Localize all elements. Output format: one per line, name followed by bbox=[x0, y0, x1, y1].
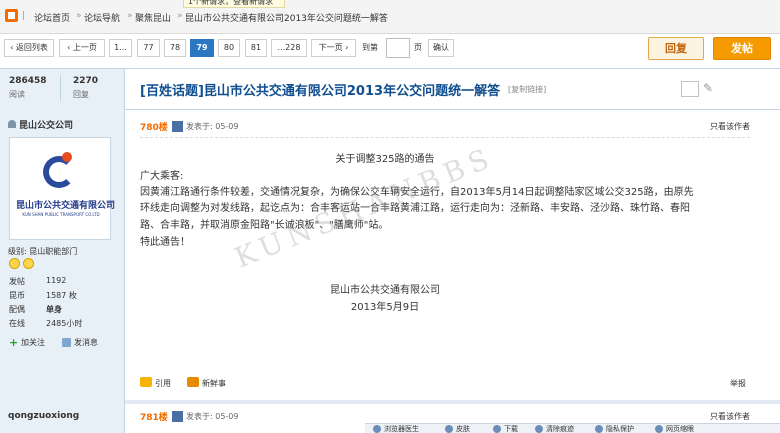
user-level: 级别: 昆山职能部门 bbox=[8, 247, 78, 256]
logo-subtext: KUN SHAN PUBLIC TRANSPORT CO.LTD bbox=[22, 212, 100, 217]
post-separator bbox=[125, 400, 780, 404]
only-author-link[interactable]: 只看该作者 bbox=[710, 411, 750, 422]
page-current: 79 bbox=[190, 39, 214, 57]
signature-date: 2013年5月9日 bbox=[350, 302, 420, 313]
message-icon[interactable] bbox=[62, 338, 71, 347]
post-line: 特此通告！ bbox=[140, 237, 190, 248]
reply-button[interactable]: 回复 bbox=[648, 37, 704, 60]
fresh-news-button[interactable]: 新鲜事 bbox=[202, 378, 226, 389]
floor-number: 780楼 bbox=[140, 123, 168, 133]
browser-status-bar: 浏览器医生 皮肤 下载 清除痕迹 隐私保护 网页缩眼 bbox=[365, 423, 780, 433]
author-badge-icon bbox=[172, 121, 183, 132]
page-link[interactable]: 77 bbox=[137, 39, 160, 57]
avatar[interactable]: 昆山市公共交通有限公司 KUN SHAN PUBLIC TRANSPORT CO… bbox=[9, 137, 116, 240]
profile-value: 1192 bbox=[46, 276, 67, 285]
smiley-icon bbox=[23, 258, 34, 269]
follow-button[interactable]: 加关注 bbox=[21, 337, 45, 348]
page-link[interactable]: 81 bbox=[245, 39, 267, 57]
profile-key: 配偶 bbox=[9, 305, 25, 314]
page-link[interactable]: 78 bbox=[164, 39, 186, 57]
status-item[interactable]: 皮肤 bbox=[456, 424, 470, 433]
goto-confirm-button[interactable]: 确认 bbox=[428, 39, 454, 57]
breadcrumb-separator: » bbox=[76, 11, 82, 21]
next-post-author[interactable]: qongzuoxiong bbox=[8, 411, 79, 421]
back-to-list-button[interactable]: ‹ 返回列表 bbox=[4, 39, 54, 57]
author-sidebar: 286458 阅读 2270 回复 昆山公交公司 昆山市公共交通有限公司 KUN… bbox=[0, 68, 125, 433]
doctor-icon[interactable] bbox=[373, 425, 381, 433]
copy-link-button[interactable]: [复制链接] bbox=[508, 84, 546, 95]
breadcrumb-section[interactable]: 聚焦昆山 bbox=[135, 11, 171, 24]
floor-number: 781楼 bbox=[140, 413, 168, 423]
profile-value: 2485小时 bbox=[46, 319, 83, 328]
title-divider bbox=[125, 109, 780, 110]
status-item[interactable]: 下载 bbox=[504, 424, 518, 433]
plus-icon[interactable]: + bbox=[9, 337, 18, 348]
skin-icon[interactable] bbox=[445, 425, 453, 433]
breadcrumb-forum-home[interactable]: 论坛首页 bbox=[34, 11, 70, 24]
replies-label: 回复 bbox=[73, 90, 89, 99]
profile-key: 发帖 bbox=[9, 277, 25, 286]
profile-key: 昆币 bbox=[9, 291, 25, 300]
eye-icon[interactable] bbox=[655, 425, 663, 433]
only-author-link[interactable]: 只看该作者 bbox=[710, 121, 750, 132]
page-link[interactable]: 80 bbox=[218, 39, 240, 57]
post-content: [百姓话题]昆山市公共交通有限公司2013年公交问题统一解答 [复制链接] ✎ … bbox=[125, 68, 780, 433]
quote-button[interactable]: 引用 bbox=[155, 378, 171, 389]
logo-dot-icon bbox=[62, 152, 72, 162]
breadcrumb-separator: | bbox=[22, 11, 26, 21]
page-first[interactable]: 1... bbox=[109, 39, 132, 57]
post-time: 发表于: 05-09 bbox=[186, 122, 239, 131]
next-page-button[interactable]: 下一页 › bbox=[311, 39, 356, 57]
author-badge-icon bbox=[172, 411, 183, 422]
status-item[interactable]: 网页缩眼 bbox=[666, 424, 694, 433]
replies-count: 2270 bbox=[73, 76, 99, 86]
status-item[interactable]: 清除痕迹 bbox=[546, 424, 574, 433]
goto-label: 到第 bbox=[362, 43, 378, 52]
privacy-icon[interactable] bbox=[595, 425, 603, 433]
report-link[interactable]: 举报 bbox=[730, 378, 746, 389]
wrench-icon[interactable]: ✎ bbox=[703, 81, 717, 95]
breadcrumb-separator: » bbox=[177, 11, 183, 21]
fresh-news-icon[interactable] bbox=[187, 377, 199, 387]
breadcrumb: | 论坛首页 » 论坛导航 » 聚焦昆山 » 昆山市公共交通有限公司2013年公… bbox=[0, 0, 780, 34]
profile-value: 单身 bbox=[46, 305, 62, 314]
prev-page-button[interactable]: ‹ 上一页 bbox=[59, 39, 105, 57]
profile-value: 1587 枚 bbox=[46, 291, 77, 300]
status-item[interactable]: 隐私保护 bbox=[606, 424, 634, 433]
page-last[interactable]: ...228 bbox=[271, 39, 307, 57]
breadcrumb-forum-nav[interactable]: 论坛导航 bbox=[84, 11, 120, 24]
select-checkbox[interactable] bbox=[681, 81, 699, 97]
send-message-button[interactable]: 发消息 bbox=[74, 337, 98, 348]
home-icon[interactable] bbox=[5, 9, 18, 22]
post-line: 广大乘客: bbox=[140, 171, 184, 182]
smiley-icon bbox=[9, 258, 20, 269]
breadcrumb-current: 昆山市公共交通有限公司2013年公交问题统一解答 bbox=[185, 14, 388, 24]
quote-icon[interactable] bbox=[140, 377, 152, 387]
stat-divider bbox=[60, 75, 61, 101]
views-count: 286458 bbox=[9, 76, 47, 86]
thread-title: [百姓话题]昆山市公共交通有限公司2013年公交问题统一解答 bbox=[140, 84, 501, 99]
views-label: 阅读 bbox=[9, 90, 25, 99]
new-post-button[interactable]: 发帖 bbox=[713, 37, 771, 60]
clear-trace-icon[interactable] bbox=[535, 425, 543, 433]
goto-page-input[interactable] bbox=[386, 38, 410, 58]
post-time: 发表于: 05-09 bbox=[186, 412, 239, 421]
download-icon[interactable] bbox=[493, 425, 501, 433]
new-request-notice[interactable]: 1个新请求，查看新请求 bbox=[183, 0, 285, 8]
logo-text: 昆山市公共交通有限公司 bbox=[16, 201, 116, 211]
author-name[interactable]: 昆山公交公司 bbox=[19, 118, 73, 131]
notice-title: 关于调整325路的通告 bbox=[335, 154, 435, 165]
status-item[interactable]: 浏览器医生 bbox=[384, 424, 419, 433]
user-icon bbox=[8, 120, 16, 128]
post-header-divider bbox=[140, 137, 750, 138]
page-suffix-label: 页 bbox=[414, 43, 422, 52]
profile-key: 在线 bbox=[9, 319, 25, 328]
breadcrumb-separator: » bbox=[127, 11, 133, 21]
signature-org: 昆山市公共交通有限公司 bbox=[330, 285, 440, 296]
